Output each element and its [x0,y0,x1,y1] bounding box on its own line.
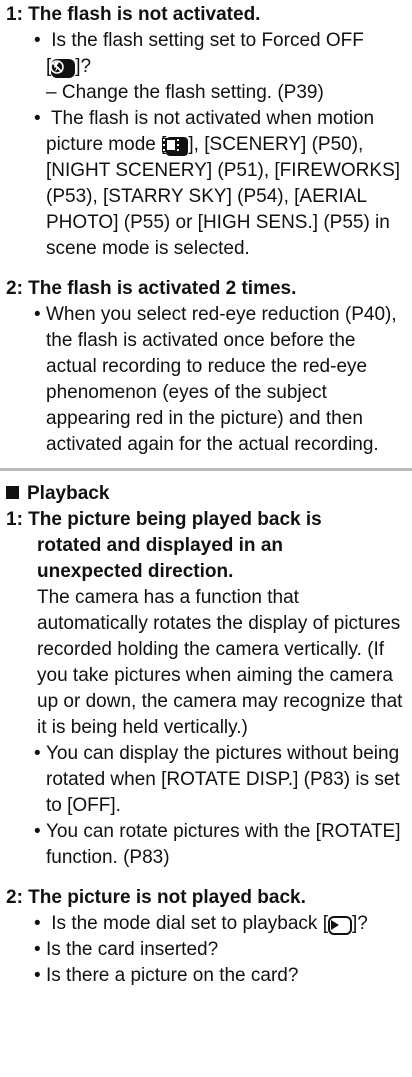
flash-off-icon [50,59,76,78]
playback-q2: 2: The picture is not played back. Is th… [0,885,412,989]
playback-icon [328,916,352,935]
motion-picture-icon [162,137,189,156]
bullet-item: When you select red-eye reduction (P40),… [0,302,412,458]
recording-q2: 2: The flash is activated 2 times. When … [0,276,412,458]
bullet-item: Is the mode dial set to playback []? [0,911,412,937]
recording-q1: 1: The flash is not activated. Is the fl… [0,0,412,262]
bullet-item: The flash is not activated when motion p… [0,106,412,262]
dash-item: – Change the flash setting. (P39) [46,82,324,103]
question-title: 2: The picture is not played back. [6,887,306,908]
question-title: 1: The flash is not activated. [6,4,261,25]
square-bullet-icon [6,486,19,499]
playback-q1: 1: The picture being played back is rota… [0,507,412,871]
manual-page: 1: The flash is not activated. Is the fl… [0,0,412,1077]
bullet-item: Is there a picture on the card? [0,963,412,989]
paragraph: The camera has a function that automatic… [37,587,403,738]
bullet-item: Is the card inserted? [0,937,412,963]
section-heading: Playback [0,481,412,507]
question-title: 2: The flash is activated 2 times. [6,278,297,299]
bullet-item: Is the flash setting set to Forced OFF [… [0,28,412,80]
question-title: 1: The picture being played back is rota… [6,509,322,582]
playback-section: Playback 1: The picture being played bac… [0,481,412,989]
bullet-item: You can rotate pictures with the [ROTATE… [0,819,412,871]
bullet-item: You can display the pictures without bei… [0,741,412,819]
